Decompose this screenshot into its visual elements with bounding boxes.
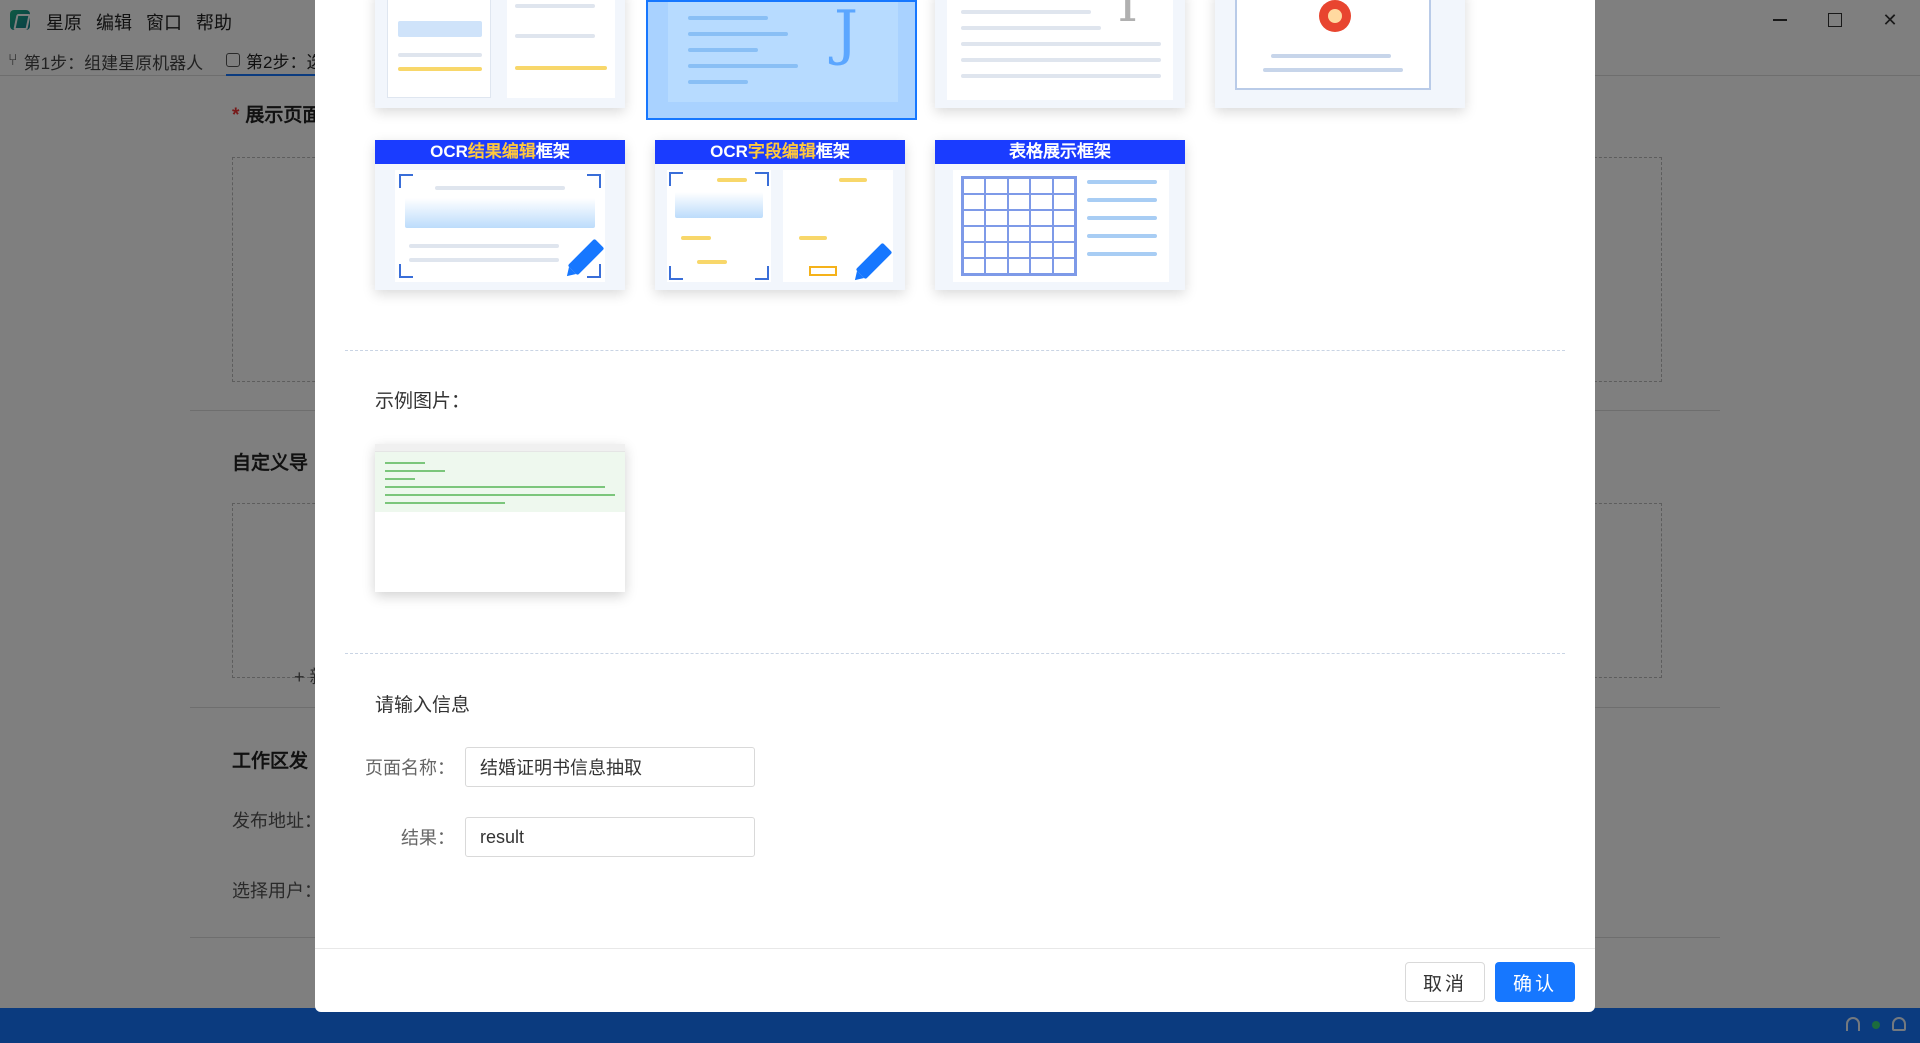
preview-line xyxy=(515,66,607,70)
preview-line xyxy=(717,178,747,182)
corner-bracket xyxy=(755,266,769,280)
text-letter-icon: T xyxy=(1110,0,1145,34)
template-preview xyxy=(655,164,905,290)
preview-line xyxy=(961,74,1161,78)
preview-line xyxy=(688,16,768,20)
result-row: 结果： xyxy=(355,817,755,857)
template-card-ocr-result[interactable]: OCR结果编辑框架 xyxy=(375,140,625,290)
field-box xyxy=(809,266,837,276)
preview-line xyxy=(1087,252,1157,256)
preview-line xyxy=(839,178,867,182)
thumbnail-code xyxy=(375,452,625,512)
dialog-body: J T OCR结果编辑框架 OCR字段编辑框架 表格展示框架 示例图片： 请输入… xyxy=(315,0,1595,948)
preview-line xyxy=(409,244,559,248)
preview-line xyxy=(1087,198,1157,202)
seal-icon xyxy=(1319,0,1351,32)
preview-line xyxy=(697,260,727,264)
template-preview: J xyxy=(668,0,898,102)
template-title: OCR结果编辑框架 xyxy=(375,140,625,164)
template-card-2-selected[interactable]: J xyxy=(646,0,917,120)
confirm-button[interactable]: 确认 xyxy=(1495,962,1575,1002)
template-dialog: J T OCR结果编辑框架 OCR字段编辑框架 表格展示框架 示例图片： 请输入… xyxy=(315,0,1595,1012)
template-title: OCR字段编辑框架 xyxy=(655,140,905,164)
preview-line xyxy=(961,26,1101,30)
corner-bracket xyxy=(587,174,601,188)
preview-line xyxy=(681,236,711,240)
preview-line xyxy=(688,64,798,68)
page-name-label: 页面名称： xyxy=(365,758,455,778)
preview-line xyxy=(1087,216,1157,220)
info-section-title: 请输入信息 xyxy=(375,695,471,716)
sample-image-thumbnail[interactable] xyxy=(375,444,625,592)
preview-line xyxy=(1271,54,1391,58)
page-name-row: 页面名称： xyxy=(355,747,755,787)
corner-bracket xyxy=(669,266,683,280)
result-input[interactable] xyxy=(465,817,755,857)
preview-line xyxy=(688,32,788,36)
corner-bracket xyxy=(755,172,769,186)
document-preview xyxy=(667,170,771,282)
preview-line xyxy=(398,21,482,37)
template-preview xyxy=(375,164,625,290)
template-card-table[interactable]: 表格展示框架 xyxy=(935,140,1185,290)
preview-line xyxy=(799,236,827,240)
preview-line xyxy=(398,53,482,57)
template-preview: T xyxy=(947,0,1173,100)
preview-line xyxy=(515,4,595,8)
preview-line xyxy=(961,10,1091,14)
thumbnail-toolbar xyxy=(375,444,625,452)
result-label: 结果： xyxy=(401,828,455,848)
preview-line xyxy=(398,67,482,71)
preview-line xyxy=(1087,234,1157,238)
template-card-ocr-field[interactable]: OCR字段编辑框架 xyxy=(655,140,905,290)
scan-band xyxy=(675,192,763,218)
template-card-4[interactable] xyxy=(1215,0,1465,108)
preview-line xyxy=(961,58,1161,62)
preview-line xyxy=(688,80,748,84)
preview-line xyxy=(515,34,595,38)
sample-image-label: 示例图片： xyxy=(375,391,471,412)
section-divider xyxy=(345,350,1565,351)
table-grid-icon xyxy=(961,176,1077,276)
page-name-input[interactable] xyxy=(465,747,755,787)
section-divider xyxy=(345,653,1565,654)
corner-bracket xyxy=(669,172,683,186)
corner-bracket xyxy=(587,264,601,278)
preview-line xyxy=(1263,68,1403,72)
preview-line xyxy=(961,42,1161,46)
preview-line xyxy=(409,258,559,262)
scan-band xyxy=(405,198,595,228)
template-preview xyxy=(507,0,615,98)
preview-line xyxy=(435,186,565,190)
corner-bracket xyxy=(399,264,413,278)
dialog-footer: 取消 确认 xyxy=(315,948,1595,1012)
template-title: 表格展示框架 xyxy=(935,140,1185,164)
corner-bracket xyxy=(399,174,413,188)
template-card-1[interactable] xyxy=(375,0,625,108)
json-letter-icon: J xyxy=(833,0,858,68)
cancel-button[interactable]: 取消 xyxy=(1405,962,1485,1002)
template-card-3[interactable]: T xyxy=(935,0,1185,108)
preview-line xyxy=(1087,180,1157,184)
template-preview xyxy=(387,0,491,98)
certificate-preview xyxy=(1235,0,1431,90)
preview-line xyxy=(688,48,758,52)
